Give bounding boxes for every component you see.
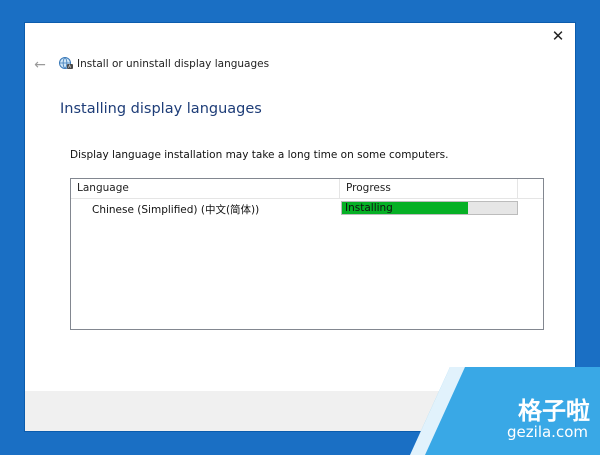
table-row[interactable]: Chinese (Simplified) (中文(简体)) Installing <box>71 199 543 217</box>
svg-text:A: A <box>68 64 71 69</box>
progress-status: Installing <box>345 202 393 214</box>
watermark-chinese-text: 格子啦 <box>518 397 590 425</box>
watermark-domain-text: gezila.com <box>507 423 588 441</box>
table-header: Language Progress <box>71 179 543 199</box>
progress-bar: Installing <box>341 201 518 215</box>
nav-title: Install or uninstall display languages <box>77 58 270 70</box>
page-title: Installing display languages <box>60 101 262 117</box>
close-button[interactable]: ✕ <box>547 25 569 47</box>
column-header-language[interactable]: Language <box>71 179 340 198</box>
column-header-progress[interactable]: Progress <box>340 179 518 198</box>
globe-language-icon: A <box>59 57 73 69</box>
back-arrow-icon[interactable]: ← <box>31 56 49 74</box>
language-cell: Chinese (Simplified) (中文(简体)) <box>92 204 260 216</box>
watermark: 格子啦 gezila.com <box>390 367 600 455</box>
info-text: Display language installation may take a… <box>70 149 449 161</box>
language-table: Language Progress Chinese (Simplified) (… <box>70 178 544 330</box>
